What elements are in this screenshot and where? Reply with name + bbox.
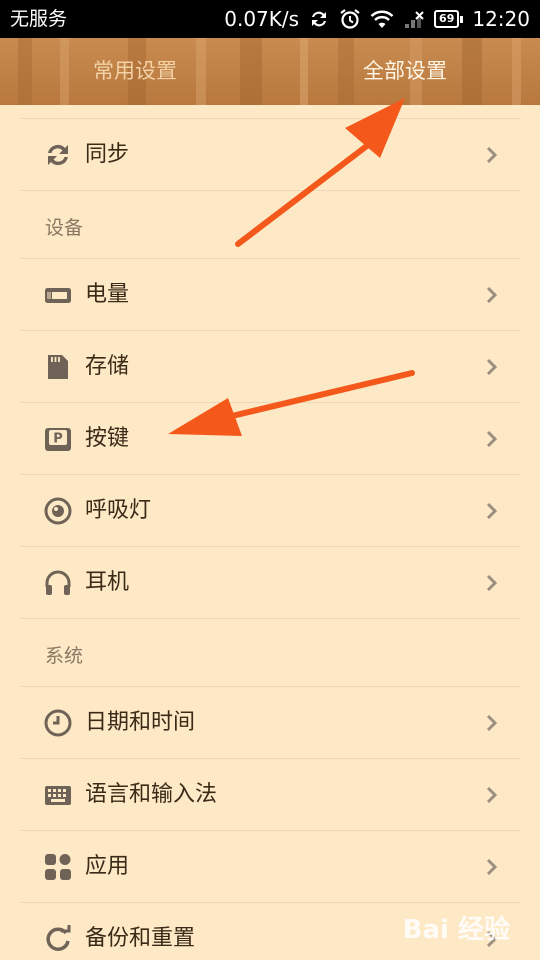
section-title: 设备 [45,217,84,239]
headphones-icon [45,570,71,595]
carrier-text: 无服务 [10,8,68,30]
battery-level: 69 [434,10,460,28]
battery-icon [45,288,71,303]
keyboard-icon [45,786,71,805]
section-header-system: 系统 [20,619,520,687]
settings-item-label: 存储 [85,354,130,379]
status-bar: 无服务 0.07K/s 69 12:20 [0,0,540,38]
settings-item-sync[interactable]: 同步 [20,119,520,191]
apps-grid-icon [45,854,71,880]
alarm-icon [339,8,361,30]
settings-item-label: 按键 [85,426,130,451]
battery-icon: 69 [434,10,464,28]
chevron-right-icon [486,502,498,520]
clock-icon [44,709,72,737]
backup-restore-icon [46,925,71,951]
clock: 12:20 [472,7,530,31]
watermark-text: Bai 经验 [402,915,510,945]
wifi-icon [370,9,394,29]
section-header-device: 设备 [20,191,520,259]
svg-text:P: P [53,432,63,447]
settings-item-label: 耳机 [85,570,130,595]
sync-icon [48,144,68,166]
section-title: 系统 [45,645,84,667]
settings-item-date-time[interactable]: 日期和时间 [20,687,520,759]
settings-item-battery[interactable]: 电量 [20,259,520,331]
settings-item-language-input[interactable]: 语言和输入法 [20,759,520,831]
chevron-right-icon [486,430,498,448]
chevron-right-icon [486,786,498,804]
chevron-right-icon [486,358,498,376]
chevron-right-icon [486,286,498,304]
settings-item-label: 同步 [85,142,130,167]
settings-list: 同步 设备 电量 存储 P 按键 呼吸灯 耳机 系统 日期和时间 语言和输入法 [20,105,520,960]
settings-item-label: 应用 [85,854,130,879]
settings-item-label: 电量 [85,282,130,307]
breathing-light-icon [44,497,72,525]
chevron-right-icon [486,146,498,164]
tab-common-settings[interactable]: 常用设置 [35,38,235,105]
settings-tab-bar: 常用设置 全部设置 [0,38,540,105]
settings-item-storage[interactable]: 存储 [20,331,520,403]
settings-item-breathing-light[interactable]: 呼吸灯 [20,475,520,547]
chevron-right-icon [486,714,498,732]
list-top-divider [20,105,520,119]
settings-item-label: 日期和时间 [85,710,196,735]
key-button-icon: P [45,428,71,451]
settings-item-buttons[interactable]: P 按键 [20,403,520,475]
chevron-right-icon [486,574,498,592]
signal-icon [403,9,425,29]
settings-item-label: 备份和重置 [85,926,196,951]
sync-icon [308,8,330,30]
settings-item-apps[interactable]: 应用 [20,831,520,903]
status-icons: 0.07K/s 69 12:20 [224,5,530,33]
tab-all-settings[interactable]: 全部设置 [305,38,505,105]
settings-item-label: 呼吸灯 [85,498,152,523]
network-speed: 0.07K/s [224,7,300,31]
sd-card-icon [48,355,68,379]
settings-item-label: 语言和输入法 [85,782,218,807]
chevron-right-icon [486,858,498,876]
settings-item-headset[interactable]: 耳机 [20,547,520,619]
